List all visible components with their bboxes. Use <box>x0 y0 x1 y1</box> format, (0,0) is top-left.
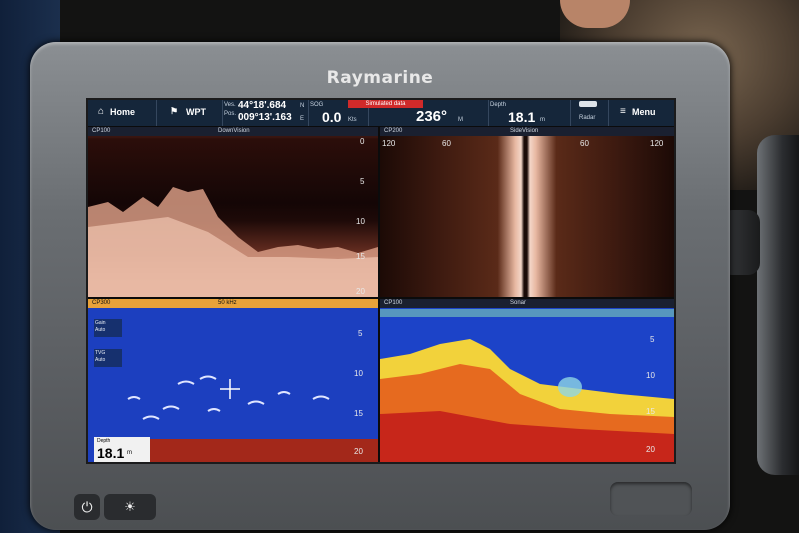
wpt-label: WPT <box>186 107 206 117</box>
fishfinder-pane[interactable]: CP300 50 kHz Gain Auto TVG Auto Depth 18… <box>88 299 378 462</box>
fishfinder-tick: 20 <box>354 447 363 456</box>
fishfinder-tick: 10 <box>354 369 363 378</box>
cursor-crosshair <box>220 379 240 399</box>
menu-icon: ≡ <box>620 106 626 117</box>
ves-label: Ves. <box>224 102 236 108</box>
sog-label: SOG <box>310 102 324 108</box>
brand-logo: Raymarine <box>326 68 434 88</box>
fishfinder-tick: 15 <box>354 409 363 418</box>
home-icon: ⌂ <box>98 106 105 117</box>
fishfinder-depth-box: Depth 18.1 m <box>94 437 150 462</box>
sidevision-range-tick: 120 <box>382 139 396 148</box>
sonar-tick: 20 <box>646 445 655 454</box>
downvision-tick: 10 <box>356 217 365 226</box>
sidevision-range-tick: 60 <box>442 139 451 148</box>
heading-value: 236° <box>416 108 448 125</box>
display-screen: ⌂ Home ⚑ WPT Ves. Pos. 44°18'.684 N 009°… <box>86 98 676 464</box>
radar-button[interactable]: Radar <box>570 100 609 126</box>
sidevision-range-tick: 60 <box>580 139 589 148</box>
sog-value: 0.0 <box>322 109 342 125</box>
heading-cell: 236° M <box>368 100 489 126</box>
position-cell: Ves. Pos. 44°18'.684 N 009°13'.163 E <box>222 100 309 126</box>
chartplotter-bezel: Raymarine ⌂ Home ⚑ WPT Ves. Pos. 44°18'.… <box>30 42 730 530</box>
pos-label: Pos. <box>224 111 237 117</box>
downvision-tick: 20 <box>356 287 365 296</box>
radar-icon <box>579 101 597 107</box>
sonar-tick: 5 <box>650 335 655 344</box>
downvision-bottom-echo <box>88 187 378 297</box>
sonar-tick: 15 <box>646 407 655 416</box>
fish-depth-unit: m <box>127 450 132 456</box>
power-button[interactable]: ⏻ <box>74 494 100 520</box>
downvision-tick: 15 <box>356 252 365 261</box>
downvision-pane[interactable]: CP100 DownVision 0 5 10 15 20 <box>88 127 378 297</box>
home-label: Home <box>110 107 136 117</box>
sidevision-range-tick: 120 <box>650 139 664 148</box>
backlight-button[interactable]: ☀ <box>104 494 156 520</box>
sidevision-pane[interactable]: CP200 SideVision 120 60 60 120 <box>380 127 674 297</box>
downvision-tick: 5 <box>360 177 365 186</box>
sidevision-header: CP200 SideVision <box>380 127 674 136</box>
fishfinder-tick: 5 <box>358 329 363 338</box>
depth-cell: Depth 18.1 m <box>488 100 571 126</box>
wpt-button[interactable]: ⚑ WPT <box>156 100 223 126</box>
home-button[interactable]: ⌂ Home <box>88 100 157 126</box>
databar: ⌂ Home ⚑ WPT Ves. Pos. 44°18'.684 N 009°… <box>88 100 674 126</box>
depth-unit: m <box>540 117 545 123</box>
latitude-value: 44°18'.684 <box>238 100 287 111</box>
adjacent-device <box>757 135 799 475</box>
downvision-tick-0: 0 <box>360 137 365 146</box>
downvision-title: DownVision <box>218 128 250 134</box>
card-slot[interactable] <box>610 482 692 516</box>
sidevision-source: CP200 <box>384 128 403 134</box>
downvision-source: CP100 <box>92 128 111 134</box>
heading-unit: M <box>458 117 463 123</box>
lon-hemisphere: E <box>300 116 305 122</box>
menu-button[interactable]: ≡ Menu <box>608 100 674 126</box>
sog-unit: Kts <box>348 117 357 123</box>
fish-depth-label: Depth <box>97 438 111 444</box>
depth-value: 18.1 <box>508 109 536 125</box>
radar-label: Radar <box>579 115 596 121</box>
downvision-header: CP100 DownVision <box>88 127 378 136</box>
sonar-tick: 10 <box>646 371 655 380</box>
depth-label: Depth <box>490 102 507 108</box>
sidevision-title: SideVision <box>510 128 539 134</box>
fish-depth-value: 18.1 <box>97 445 125 461</box>
sonar-pane[interactable]: CP100 Sonar 5 10 15 20 <box>380 299 674 462</box>
sonar-bottom-echo <box>380 309 674 462</box>
lat-hemisphere: N <box>300 103 305 109</box>
waypoint-icon: ⚑ <box>170 106 179 116</box>
menu-label: Menu <box>632 107 656 117</box>
longitude-value: 009°13'.163 <box>238 112 292 123</box>
